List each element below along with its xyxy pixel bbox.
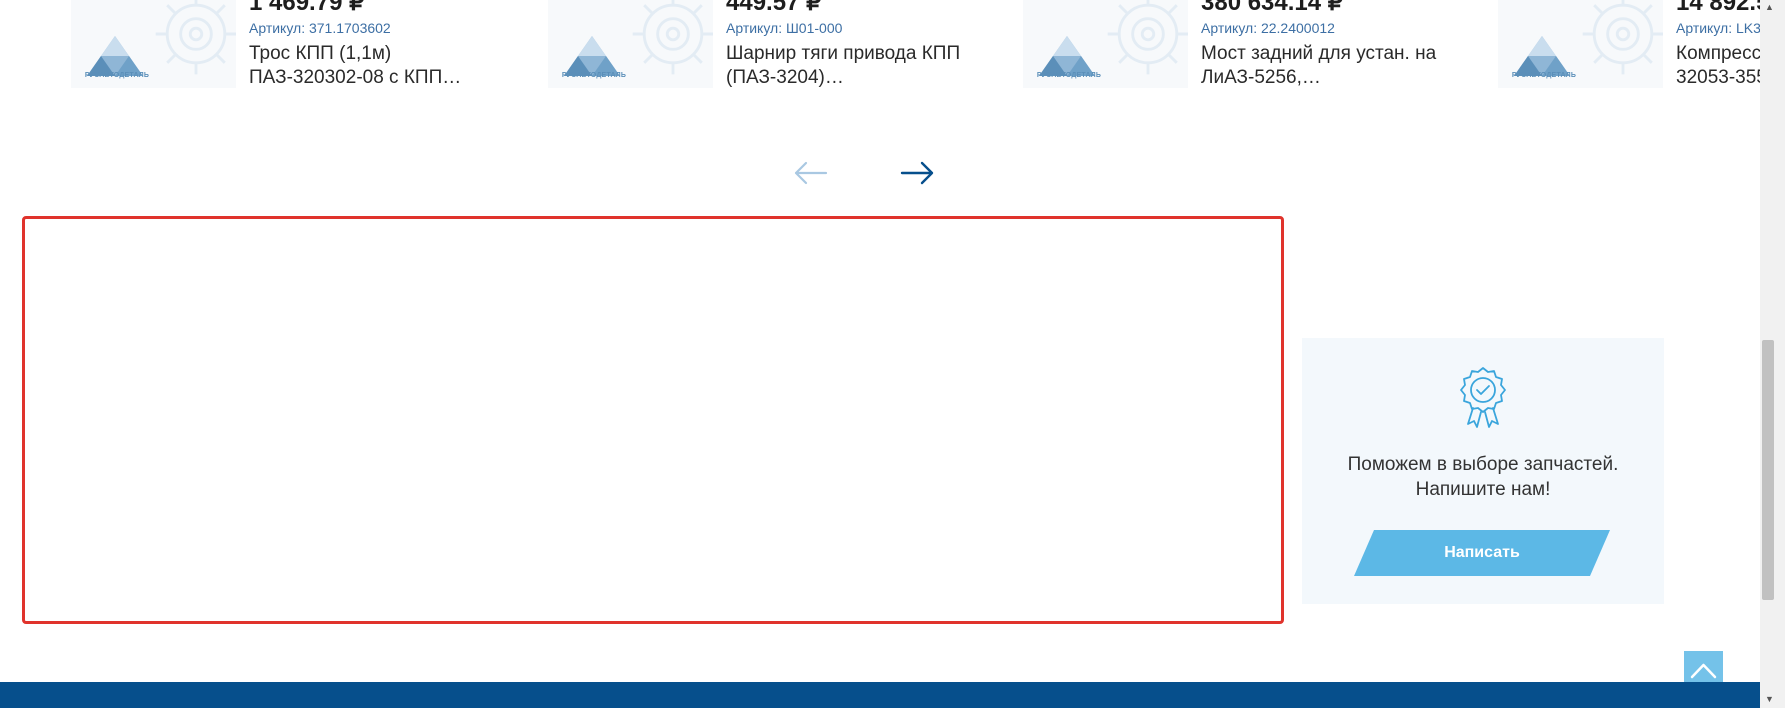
scroll-down-arrow-icon[interactable]: ▼ xyxy=(1765,694,1774,704)
logo-text: РУСАВТОДЕТАЛЬ xyxy=(561,72,627,79)
arrow-right-icon xyxy=(900,161,934,185)
gear-watermark-icon xyxy=(1107,0,1188,75)
product-image[interactable]: РУСАВТОДЕТАЛЬ xyxy=(548,0,713,88)
product-card[interactable]: РУСАВТОДЕТАЛЬ 1 469.79 ₽ Артикул: 371.17… xyxy=(71,0,501,100)
write-us-label: Написать xyxy=(1444,544,1520,561)
product-sku: Артикул: 371.1703602 xyxy=(249,20,391,36)
product-title[interactable]: Трос КПП (1,1м) ПАЗ-320302-08 с КПП… xyxy=(249,42,489,90)
gear-watermark-icon xyxy=(1582,0,1663,75)
product-image[interactable]: РУСАВТОДЕТАЛЬ xyxy=(1498,0,1663,88)
product-sku: Артикул: 22.2400012 xyxy=(1201,20,1335,36)
logo-text: РУСАВТОДЕТАЛЬ xyxy=(1511,72,1577,79)
gear-watermark-icon xyxy=(155,0,236,75)
product-title[interactable]: Мост задний для устан. на ЛиАЗ-5256,… xyxy=(1201,42,1441,90)
page: РУСАВТОДЕТАЛЬ 1 469.79 ₽ Артикул: 371.17… xyxy=(0,0,1760,708)
product-title[interactable]: Компрессор LK3891 32053-3552279 ( xyxy=(1676,42,1760,90)
product-title[interactable]: Шарнир тяги привода КПП (ПАЗ-3204)… xyxy=(726,42,966,90)
product-price: 449.57 ₽ xyxy=(726,0,822,16)
gear-watermark-icon xyxy=(632,0,713,75)
product-card[interactable]: РУСАВТОДЕТАЛЬ 14 892.50 ₽ Артикул: LK389… xyxy=(1498,0,1760,100)
arrow-left-icon xyxy=(794,161,828,185)
award-ribbon-icon xyxy=(1460,367,1506,428)
logo-text: РУСАВТОДЕТАЛЬ xyxy=(84,72,150,79)
product-sku: Артикул: Ш01-000 xyxy=(726,20,843,36)
product-price: 14 892.50 ₽ xyxy=(1676,0,1760,16)
product-carousel: РУСАВТОДЕТАЛЬ 1 469.79 ₽ Артикул: 371.17… xyxy=(0,0,1760,100)
product-sku: Артикул: LK3891 xyxy=(1676,20,1760,36)
carousel-next-button[interactable] xyxy=(898,158,938,188)
product-image[interactable]: РУСАВТОДЕТАЛЬ xyxy=(1023,0,1188,88)
carousel-prev-button[interactable] xyxy=(790,158,830,188)
help-widget: Поможем в выборе запчастей. Напишите нам… xyxy=(1302,338,1664,604)
help-text: Поможем в выборе запчастей. Напишите нам… xyxy=(1347,454,1619,500)
logo-text: РУСАВТОДЕТАЛЬ xyxy=(1036,72,1102,79)
product-price: 1 469.79 ₽ xyxy=(249,0,365,16)
product-price: 380 634.14 ₽ xyxy=(1201,0,1344,16)
empty-embed-frame xyxy=(22,216,1284,624)
product-card[interactable]: РУСАВТОДЕТАЛЬ 449.57 ₽ Артикул: Ш01-000 … xyxy=(548,0,978,100)
write-us-button[interactable]: Написать xyxy=(1354,530,1610,576)
product-card[interactable]: РУСАВТОДЕТАЛЬ 380 634.14 ₽ Артикул: 22.2… xyxy=(1023,0,1453,100)
scrollbar-thumb[interactable] xyxy=(1762,340,1774,600)
footer xyxy=(0,682,1760,708)
product-image[interactable]: РУСАВТОДЕТАЛЬ xyxy=(71,0,236,88)
scroll-up-arrow-icon[interactable]: ▲ xyxy=(1765,2,1774,12)
